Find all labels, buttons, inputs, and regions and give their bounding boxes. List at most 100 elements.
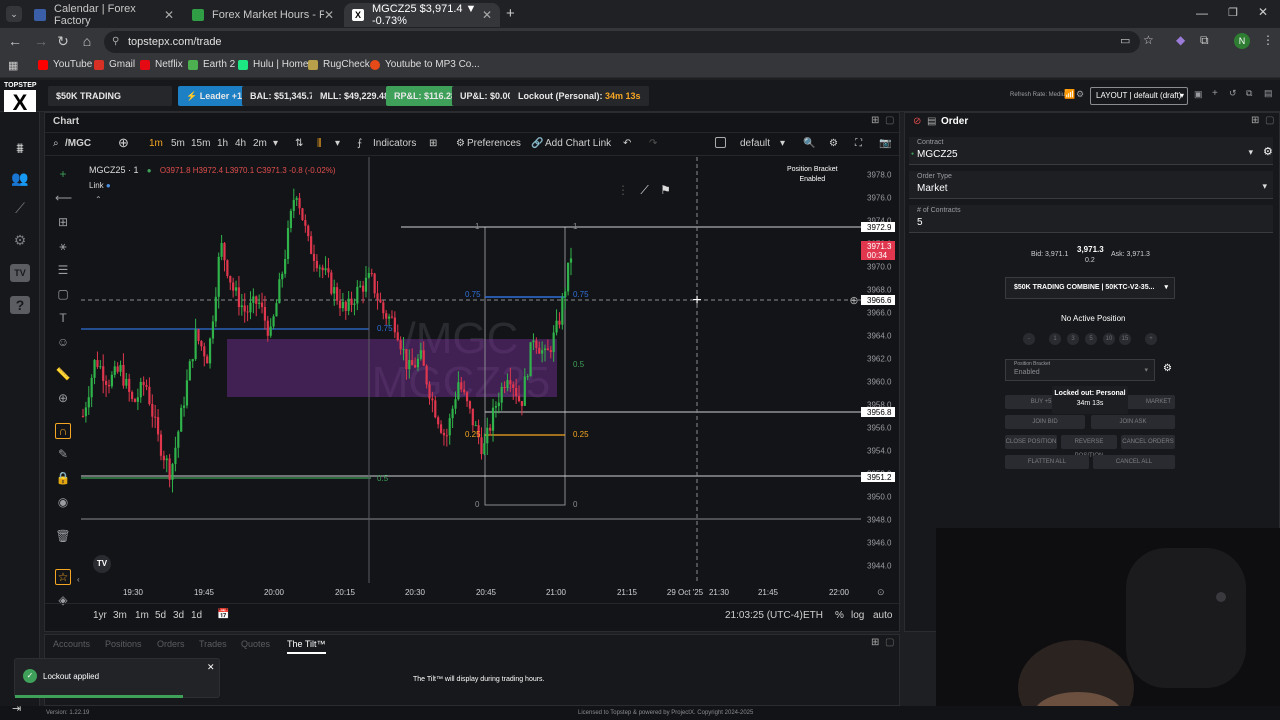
reverse-position-button[interactable]: REVERSE POSITION bbox=[1061, 435, 1117, 459]
bookmark-yt-mp3[interactable]: Youtube to MP3 Co... bbox=[370, 59, 480, 70]
leader-button[interactable]: ⚡ Leader +1 bbox=[178, 86, 250, 106]
url-input[interactable]: ⚲ topstepx.com/trade bbox=[104, 31, 1140, 53]
fullscreen-icon[interactable]: ⛶ bbox=[855, 138, 862, 149]
minimize-icon[interactable]: — bbox=[1196, 6, 1208, 20]
range-1yr[interactable]: 1yr bbox=[93, 610, 107, 621]
trendline-icon[interactable]: ⟋ bbox=[640, 183, 648, 197]
lock-tool-icon[interactable]: 🔒 bbox=[55, 471, 71, 487]
bottom-tab[interactable]: Accounts bbox=[53, 639, 90, 649]
trade-icon[interactable]: ⩩ bbox=[10, 140, 30, 158]
bookmark-youtube[interactable]: YouTube bbox=[38, 59, 92, 70]
flag-icon[interactable]: ⚑ bbox=[660, 183, 671, 197]
calendar-range-icon[interactable]: 📅 bbox=[217, 609, 229, 620]
qty-button[interactable]: 5 bbox=[1085, 333, 1097, 345]
qty-button[interactable]: 15 bbox=[1119, 333, 1131, 345]
pattern-tool-icon[interactable]: ⚹ bbox=[55, 239, 71, 255]
close-position-button[interactable]: CLOSE POSITION bbox=[1005, 435, 1057, 449]
auto-toggle[interactable]: auto bbox=[873, 610, 892, 621]
bookmark-earth2[interactable]: Earth 2 bbox=[188, 59, 235, 70]
popout-icon[interactable]: ⧉ bbox=[1246, 88, 1252, 99]
profile-avatar[interactable]: N bbox=[1234, 33, 1250, 49]
pencil-tool-icon[interactable]: ✎ bbox=[55, 447, 71, 463]
menu-icon[interactable]: ▤ bbox=[1264, 88, 1273, 99]
crosshair-add-icon[interactable]: ⊕ bbox=[849, 295, 858, 307]
order-type-select[interactable]: Order Type Market ▾ bbox=[909, 171, 1273, 199]
tf-4h[interactable]: 4h bbox=[235, 138, 246, 149]
tf-15m[interactable]: 15m bbox=[191, 138, 210, 149]
tf-5m[interactable]: 5m bbox=[171, 138, 185, 149]
time-scale-settings-icon[interactable]: ⊙ bbox=[877, 587, 885, 597]
extensions-puzzle-icon[interactable]: ⧉ bbox=[1200, 33, 1209, 48]
indicators-icon[interactable]: ⨍ bbox=[357, 138, 362, 149]
session-toggle[interactable]: ETH bbox=[803, 610, 823, 621]
add-layout-icon[interactable]: + bbox=[1212, 88, 1218, 99]
log-toggle[interactable]: log bbox=[851, 610, 864, 621]
bookmark-rugcheck[interactable]: RugCheck bbox=[308, 59, 370, 70]
range-3d[interactable]: 3d bbox=[173, 610, 184, 621]
analytics-icon[interactable]: ⟋ bbox=[10, 200, 30, 218]
chevron-down-icon[interactable]: ▾ bbox=[335, 138, 340, 149]
template-select[interactable]: default bbox=[740, 138, 770, 149]
account-selector[interactable]: $50K TRADING COMBINE | 5...▾ bbox=[48, 86, 172, 121]
percent-toggle[interactable]: % bbox=[835, 610, 844, 621]
popout-icon[interactable]: ▢ bbox=[885, 637, 894, 648]
layout-selector[interactable]: LAYOUT | default (draft) ▾ bbox=[1090, 87, 1188, 105]
checkbox[interactable] bbox=[715, 137, 726, 148]
camera-icon[interactable]: 📷 bbox=[879, 138, 891, 149]
qty-button[interactable]: + bbox=[1145, 333, 1157, 345]
price-chart[interactable]: /MGC MGCZ25 0.750.750.750.50.50.250.2500… bbox=[81, 157, 899, 603]
tf-1h[interactable]: 1h bbox=[217, 138, 228, 149]
flatten-all-button[interactable]: FLATTEN ALL bbox=[1005, 455, 1089, 469]
zoom-icon[interactable]: 🔍 bbox=[803, 138, 815, 149]
settings-gear-icon[interactable]: ⚙ bbox=[10, 232, 30, 250]
forward-arrow-icon[interactable]: → bbox=[32, 33, 50, 49]
symbol-search[interactable]: /MGC bbox=[65, 138, 91, 149]
tf-2m[interactable]: 2m bbox=[253, 138, 267, 149]
site-info-icon[interactable]: ⚲ bbox=[112, 31, 119, 53]
window-close-icon[interactable]: ✕ bbox=[1258, 5, 1268, 19]
collapse-legend-icon[interactable]: ⌃ bbox=[95, 195, 102, 204]
undo-icon[interactable]: ↶ bbox=[623, 138, 631, 149]
indicators-button[interactable]: Indicators bbox=[373, 138, 416, 149]
close-icon[interactable]: ✕ bbox=[482, 8, 492, 22]
grid-tool-icon[interactable]: ⊞ bbox=[55, 215, 71, 231]
ruler-tool-icon[interactable]: 📏 bbox=[55, 367, 71, 383]
reset-layout-icon[interactable]: ↺ bbox=[1229, 88, 1237, 99]
bottom-tab[interactable]: The Tilt™ bbox=[287, 639, 326, 654]
emoji-tool-icon[interactable]: ☺ bbox=[55, 335, 71, 351]
install-app-icon[interactable]: ▭ bbox=[1120, 34, 1130, 47]
join-bid-button[interactable]: JOIN BID bbox=[1005, 415, 1085, 429]
range-3m[interactable]: 3m bbox=[113, 610, 127, 621]
link-icon[interactable]: 🔗 bbox=[531, 138, 543, 149]
bottom-tab[interactable]: Positions bbox=[105, 639, 142, 649]
bottom-tab[interactable]: Quotes bbox=[241, 639, 270, 649]
contract-field[interactable]: Contract ● MGCZ25 ▾ bbox=[909, 137, 1273, 165]
bottom-tab[interactable]: Orders bbox=[157, 639, 185, 649]
maximize-icon[interactable]: ⊞ bbox=[871, 115, 879, 126]
bookmark-hulu[interactable]: Hulu | Home bbox=[238, 59, 308, 70]
chevron-down-icon[interactable]: ▾ bbox=[780, 138, 785, 149]
order-account-select[interactable]: $50K TRADING COMBINE | 50KTC-V2-35... ▾ bbox=[1005, 277, 1175, 299]
new-tab-plus-icon[interactable]: + bbox=[506, 5, 515, 22]
redo-icon[interactable]: ↷ bbox=[649, 138, 657, 149]
bracket-settings-icon[interactable]: ⚙ bbox=[1163, 363, 1172, 374]
line-tool-icon[interactable]: ⟵ bbox=[55, 191, 72, 207]
close-icon[interactable]: ✕ bbox=[207, 662, 215, 673]
browser-tab-forexhours[interactable]: Forex Market Hours - Forex Ma ✕ bbox=[184, 3, 342, 27]
zoom-in-tool-icon[interactable]: ⊕ bbox=[55, 391, 71, 407]
extension-icon[interactable]: ◆ bbox=[1176, 33, 1185, 47]
help-icon[interactable]: ? bbox=[10, 296, 30, 314]
range-5d[interactable]: 5d bbox=[155, 610, 166, 621]
crosshair-tool-icon[interactable]: + bbox=[55, 167, 71, 183]
join-ask-button[interactable]: JOIN ASK bbox=[1091, 415, 1175, 429]
preferences-gear-icon[interactable]: ⚙ bbox=[456, 138, 465, 149]
chart-link-label[interactable]: Link ● bbox=[89, 181, 111, 190]
qty-button[interactable]: 3 bbox=[1067, 333, 1079, 345]
rectangle-tool-icon[interactable]: ▢ bbox=[55, 287, 71, 303]
close-icon[interactable]: ✕ bbox=[324, 8, 334, 22]
tradingview-icon[interactable]: TV bbox=[10, 264, 30, 282]
cancel-orders-button[interactable]: CANCEL ORDERS bbox=[1121, 435, 1175, 449]
bookmark-gmail[interactable]: Gmail bbox=[94, 59, 135, 70]
browser-tab-topstepx[interactable]: X MGCZ25 $3,971.4 ▼ -0.73% ✕ bbox=[344, 3, 500, 27]
star-tool-icon[interactable]: ☆ bbox=[55, 569, 71, 585]
